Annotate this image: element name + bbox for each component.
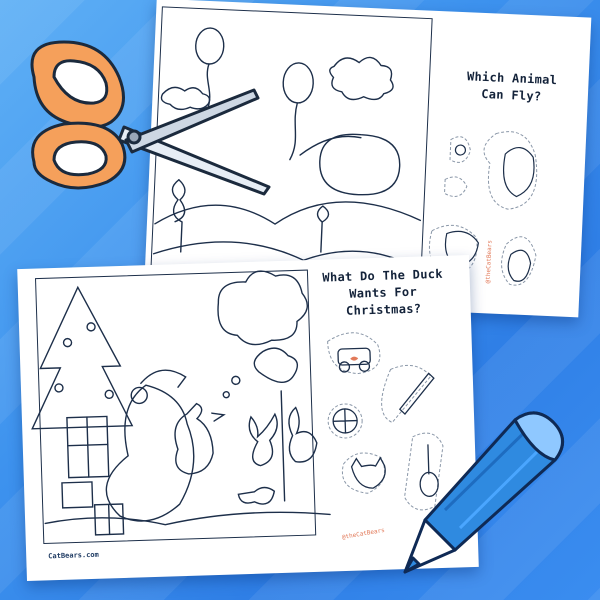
front-sheet-title: What Do The Duck Wants For Christmas?: [307, 265, 459, 321]
deer-sticker: [501, 236, 537, 286]
cat-head-sticker: [342, 452, 385, 494]
front-title-line2: Wants For Christmas?: [345, 284, 422, 318]
balloon-icon: [282, 62, 314, 104]
scissors-icon: [30, 40, 271, 196]
christmas-tree-icon: [31, 285, 134, 430]
fox-character: [105, 384, 195, 522]
bird-sticker: [444, 176, 468, 197]
flower-sticker: [449, 136, 471, 163]
thought-bubble: [217, 270, 308, 346]
cow-sticker: [483, 131, 538, 210]
back-sheet-title: Which Animal Can Fly?: [449, 68, 575, 107]
front-sheet-footer: CatBears.com: [48, 550, 99, 561]
pencil-icon: [403, 411, 564, 574]
toy-car-sticker: [327, 332, 381, 375]
